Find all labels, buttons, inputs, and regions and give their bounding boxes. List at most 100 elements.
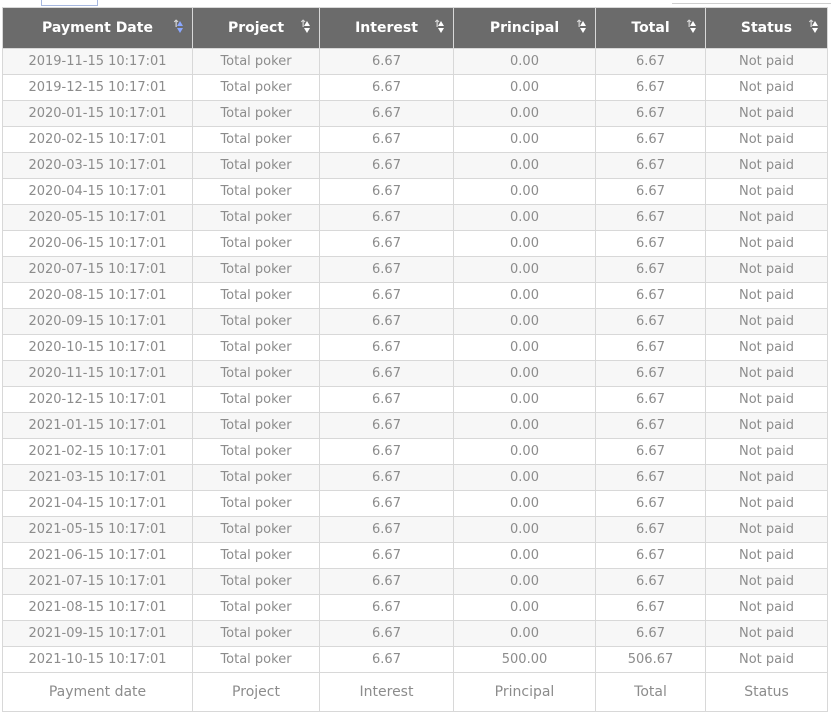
interest-cell: 6.67	[319, 360, 454, 387]
header-row: Payment Date ↑ Project ↑ Interest ↑ Principal ↑…	[2, 7, 828, 49]
column-footer-total: Total	[595, 672, 706, 712]
payment-date-cell: 2021-03-15 10:17:01	[2, 464, 193, 491]
principal-cell: 0.00	[453, 308, 596, 335]
table-row: 2021-01-15 10:17:01 Total poker 6.67 0.00 6.…	[2, 412, 828, 439]
project-cell: Total poker	[192, 412, 320, 439]
project-cell: Total poker	[192, 620, 320, 647]
project-cell: Total poker	[192, 308, 320, 335]
total-cell: 6.67	[595, 620, 706, 647]
search-box-edge[interactable]	[672, 0, 831, 4]
table-row: 2020-07-15 10:17:01 Total poker 6.67 0.00 6.…	[2, 256, 828, 283]
principal-cell: 0.00	[453, 152, 596, 179]
sort-arrows-icon[interactable]: ↑	[299, 20, 311, 36]
payment-date-cell: 2020-06-15 10:17:01	[2, 230, 193, 257]
table-row: 2021-03-15 10:17:01 Total poker 6.67 0.00 6.…	[2, 464, 828, 491]
principal-cell: 500.00	[453, 646, 596, 673]
interest-cell: 6.67	[319, 334, 454, 361]
interest-cell: 6.67	[319, 594, 454, 621]
payment-date-cell: 2021-09-15 10:17:01	[2, 620, 193, 647]
table-row: 2020-02-15 10:17:01 Total poker 6.67 0.00 6.…	[2, 126, 828, 153]
total-cell: 6.67	[595, 256, 706, 283]
table-row: 2021-10-15 10:17:01 Total poker 6.67 500.00…	[2, 646, 828, 673]
column-header-principal[interactable]: Principal ↑	[453, 7, 596, 49]
column-header-interest[interactable]: Interest ↑	[319, 7, 454, 49]
interest-cell: 6.67	[319, 308, 454, 335]
status-cell: Not paid	[705, 360, 828, 387]
principal-cell: 0.00	[453, 438, 596, 465]
principal-cell: 0.00	[453, 542, 596, 569]
payment-date-cell: 2021-06-15 10:17:01	[2, 542, 193, 569]
interest-cell: 6.67	[319, 568, 454, 595]
sort-arrows-icon[interactable]: ↑	[172, 20, 184, 36]
table-row: 2020-12-15 10:17:01 Total poker 6.67 0.00 6.…	[2, 386, 828, 413]
project-cell: Total poker	[192, 386, 320, 413]
total-cell: 6.67	[595, 360, 706, 387]
status-cell: Not paid	[705, 412, 828, 439]
payment-date-cell: 2020-03-15 10:17:01	[2, 152, 193, 179]
table-row: 2020-09-15 10:17:01 Total poker 6.67 0.00 6.…	[2, 308, 828, 335]
table-row: 2021-09-15 10:17:01 Total poker 6.67 0.00 6.…	[2, 620, 828, 647]
principal-cell: 0.00	[453, 126, 596, 153]
interest-cell: 6.67	[319, 100, 454, 127]
column-header-status[interactable]: Status ↑	[705, 7, 828, 49]
status-cell: Not paid	[705, 230, 828, 257]
total-cell: 6.67	[595, 386, 706, 413]
project-cell: Total poker	[192, 178, 320, 205]
table-row: 2020-11-15 10:17:01 Total poker 6.67 0.00 6.…	[2, 360, 828, 387]
sort-arrows-icon[interactable]: ↑	[807, 20, 819, 36]
column-header-payment-date[interactable]: Payment Date ↑	[2, 7, 193, 49]
project-cell: Total poker	[192, 334, 320, 361]
status-cell: Not paid	[705, 48, 828, 75]
total-cell: 6.67	[595, 464, 706, 491]
principal-cell: 0.00	[453, 386, 596, 413]
payment-date-cell: 2021-04-15 10:17:01	[2, 490, 193, 517]
project-cell: Total poker	[192, 230, 320, 257]
status-cell: Not paid	[705, 516, 828, 543]
principal-cell: 0.00	[453, 360, 596, 387]
payment-date-cell: 2019-11-15 10:17:01	[2, 48, 193, 75]
status-cell: Not paid	[705, 204, 828, 231]
table-row: 2021-04-15 10:17:01 Total poker 6.67 0.00 6.…	[2, 490, 828, 517]
project-cell: Total poker	[192, 646, 320, 673]
status-cell: Not paid	[705, 126, 828, 153]
column-header-label: Payment Date	[42, 20, 153, 36]
column-footer-payment-date: Payment date	[2, 672, 193, 712]
status-cell: Not paid	[705, 308, 828, 335]
project-cell: Total poker	[192, 438, 320, 465]
total-cell: 506.67	[595, 646, 706, 673]
project-cell: Total poker	[192, 126, 320, 153]
total-cell: 6.67	[595, 152, 706, 179]
principal-cell: 0.00	[453, 74, 596, 101]
status-cell: Not paid	[705, 594, 828, 621]
sort-arrows-icon[interactable]: ↑	[433, 20, 445, 36]
table-row: 2021-06-15 10:17:01 Total poker 6.67 0.00 6.…	[2, 542, 828, 569]
project-cell: Total poker	[192, 360, 320, 387]
total-cell: 6.67	[595, 100, 706, 127]
payment-date-cell: 2020-04-15 10:17:01	[2, 178, 193, 205]
sort-arrows-icon[interactable]: ↑	[685, 20, 697, 36]
table-row: 2021-07-15 10:17:01 Total poker 6.67 0.00 6.…	[2, 568, 828, 595]
interest-cell: 6.67	[319, 152, 454, 179]
payment-date-cell: 2021-07-15 10:17:01	[2, 568, 193, 595]
table-row: 2020-05-15 10:17:01 Total poker 6.67 0.00 6.…	[2, 204, 828, 231]
column-footer-project: Project	[192, 672, 320, 712]
table-row: 2019-12-15 10:17:01 Total poker 6.67 0.00 6.…	[2, 74, 828, 101]
total-cell: 6.67	[595, 334, 706, 361]
total-cell: 6.67	[595, 204, 706, 231]
interest-cell: 6.67	[319, 646, 454, 673]
column-header-total[interactable]: Total ↑	[595, 7, 706, 49]
payment-date-cell: 2021-10-15 10:17:01	[2, 646, 193, 673]
table-row: 2020-03-15 10:17:01 Total poker 6.67 0.00 6.…	[2, 152, 828, 179]
project-cell: Total poker	[192, 516, 320, 543]
payment-date-cell: 2020-05-15 10:17:01	[2, 204, 193, 231]
table-row: 2021-05-15 10:17:01 Total poker 6.67 0.00 6.…	[2, 516, 828, 543]
interest-cell: 6.67	[319, 620, 454, 647]
project-cell: Total poker	[192, 204, 320, 231]
column-header-project[interactable]: Project ↑	[192, 7, 320, 49]
sort-arrows-icon[interactable]: ↑	[575, 20, 587, 36]
total-cell: 6.67	[595, 126, 706, 153]
page-size-selector[interactable]	[41, 0, 98, 6]
total-cell: 6.67	[595, 438, 706, 465]
project-cell: Total poker	[192, 568, 320, 595]
table-row: 2020-01-15 10:17:01 Total poker 6.67 0.00 6.…	[2, 100, 828, 127]
